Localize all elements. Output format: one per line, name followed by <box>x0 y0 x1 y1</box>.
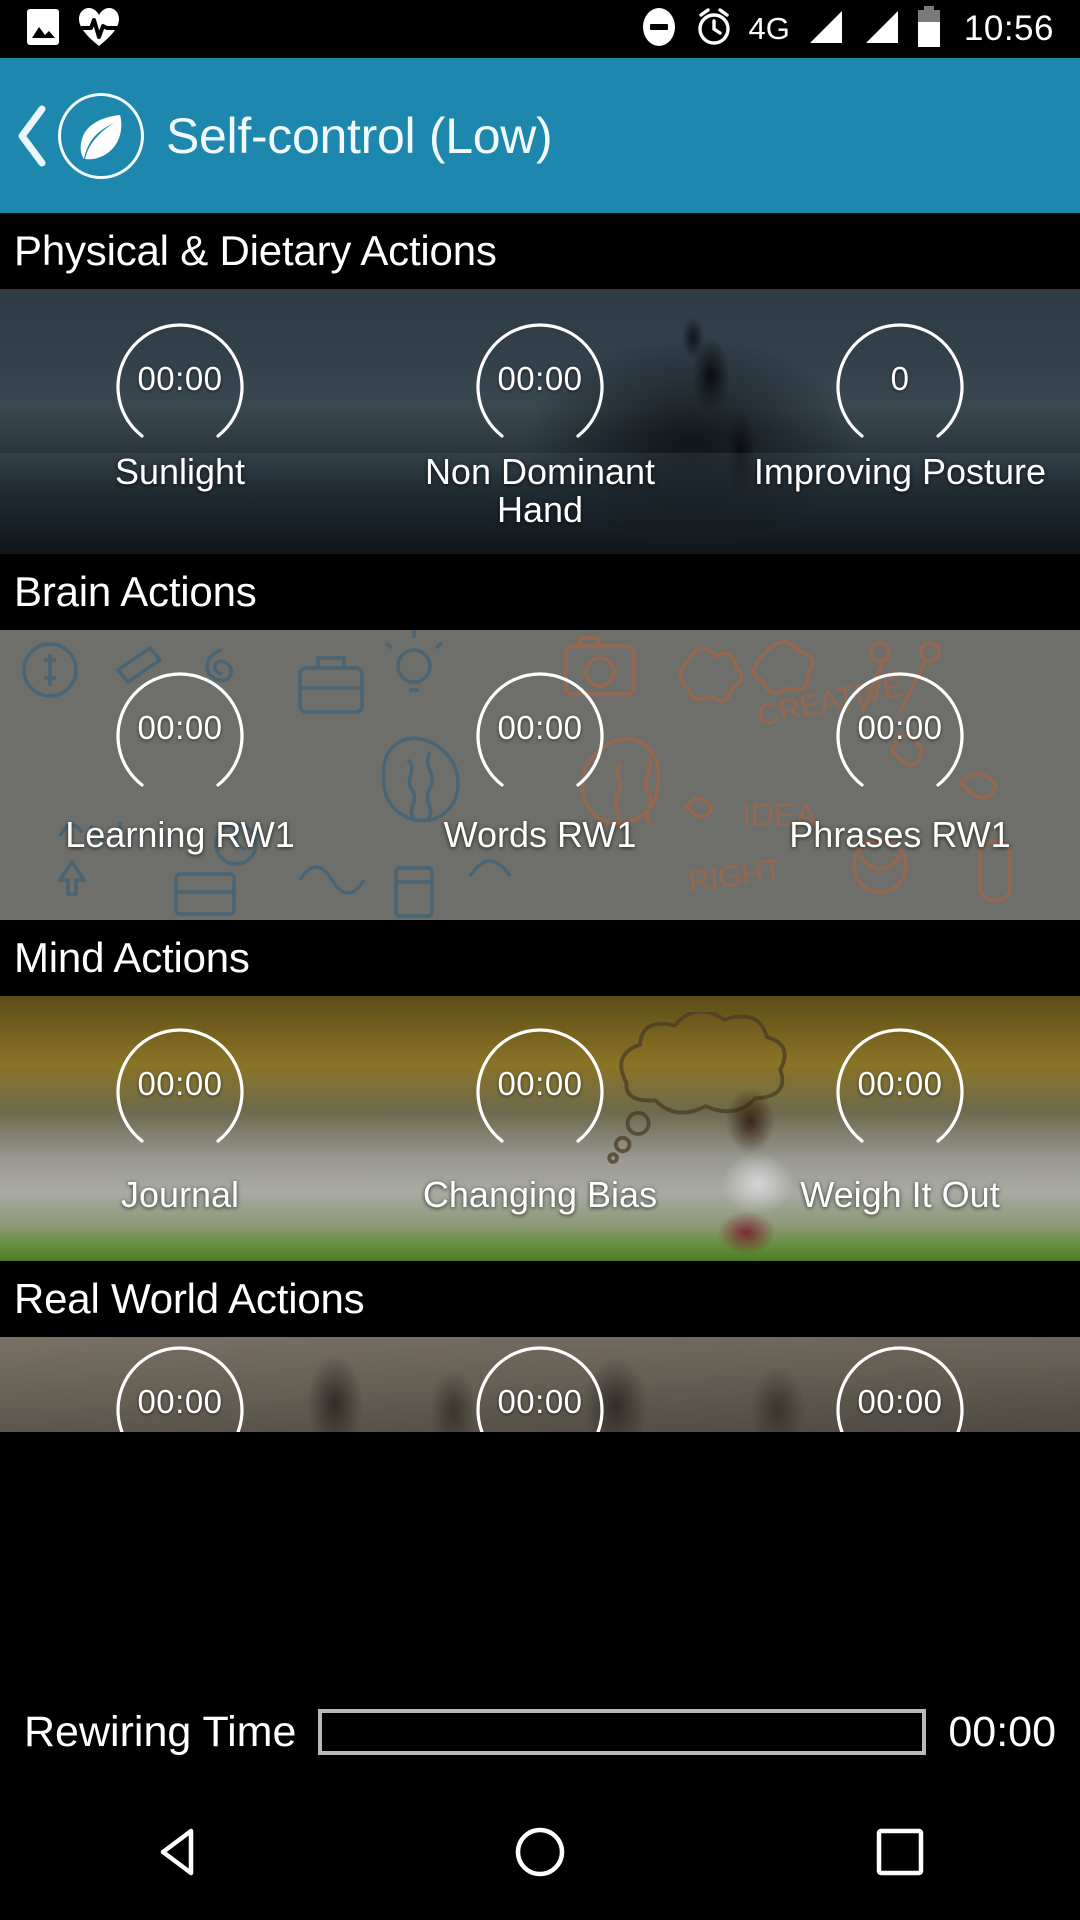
action-cell-real-world-1[interactable]: 00:00 <box>0 1337 360 1432</box>
action-label: Journal <box>120 1174 240 1215</box>
action-cell-non-dominant-hand[interactable]: 00:00 Non Dominant Hand <box>360 305 720 554</box>
rewiring-time-label: Rewiring Time <box>24 1707 297 1756</box>
gauge-ring[interactable]: 00:00 <box>826 654 974 802</box>
section-header-real-world: Real World Actions <box>0 1261 1080 1337</box>
action-row-mind: 00:00 Journal 00:00 Changing Bias 00:00 … <box>0 996 1080 1261</box>
alarm-icon <box>693 6 735 53</box>
gauge-value: 00:00 <box>857 1383 943 1420</box>
nav-home-button[interactable] <box>480 1804 600 1900</box>
rewiring-progress-bar[interactable] <box>318 1709 927 1755</box>
nav-back-button[interactable] <box>120 1804 240 1900</box>
gauge-value: 00:00 <box>857 1065 943 1102</box>
nav-recents-button[interactable] <box>840 1804 960 1900</box>
gauge-value: 00:00 <box>497 360 583 397</box>
section-title: Mind Actions <box>14 934 250 981</box>
gauge-value: 00:00 <box>497 1383 583 1420</box>
back-chevron-icon[interactable] <box>10 96 56 176</box>
section-header-physical-dietary: Physical & Dietary Actions <box>0 213 1080 289</box>
gauge-ring[interactable]: 00:00 <box>106 654 254 802</box>
signal-bar-one-icon <box>804 7 846 52</box>
app-screen: 4G 10:56 Self-control (Low) Physical & D… <box>0 0 1080 1920</box>
page-title: Self-control (Low) <box>166 107 553 164</box>
action-cell-real-world-3[interactable]: 00:00 <box>720 1337 1080 1432</box>
action-row-brain: CREATIVE IDEA RIGHT 00:00 Learning RW1 0… <box>0 630 1080 920</box>
gauge-ring[interactable]: 00:00 <box>106 1010 254 1158</box>
system-nav-bar <box>0 1784 1080 1920</box>
action-cells: 00:00 00:00 00:00 <box>0 1337 1080 1432</box>
action-label: Phrases RW1 <box>789 814 1011 855</box>
action-cells: 00:00 Journal 00:00 Changing Bias 00:00 … <box>0 996 1080 1261</box>
gauge-ring[interactable]: 00:00 <box>466 1010 614 1158</box>
gauge-value: 0 <box>890 360 910 397</box>
action-label: Non Dominant Hand <box>424 451 656 530</box>
action-cell-phrases-rw1[interactable]: 00:00 Phrases RW1 <box>720 654 1080 920</box>
action-cell-journal[interactable]: 00:00 Journal <box>0 1010 360 1261</box>
status-bar-left-icons <box>26 7 120 52</box>
gauge-ring[interactable]: 00:00 <box>466 305 614 453</box>
gauge-value: 00:00 <box>137 709 223 746</box>
gauge-ring[interactable]: 00:00 <box>106 305 254 453</box>
network-type-label: 4G <box>748 11 790 46</box>
section-title: Physical & Dietary Actions <box>14 227 497 274</box>
action-cell-sunlight[interactable]: 00:00 Sunlight <box>0 305 360 554</box>
app-bar: Self-control (Low) <box>0 58 1080 213</box>
action-label: Words RW1 <box>443 814 637 855</box>
gauge-ring[interactable]: 00:00 <box>106 1337 254 1432</box>
action-cells: 00:00 Learning RW1 00:00 Words RW1 00:00… <box>0 630 1080 920</box>
action-cell-learning-rw1[interactable]: 00:00 Learning RW1 <box>0 654 360 920</box>
action-cell-improving-posture[interactable]: 0 Improving Posture <box>720 305 1080 554</box>
status-bar: 4G 10:56 <box>0 0 1080 58</box>
action-label: Changing Bias <box>422 1174 658 1215</box>
action-cell-changing-bias[interactable]: 00:00 Changing Bias <box>360 1010 720 1261</box>
leaf-logo-icon[interactable] <box>58 92 144 179</box>
action-label: Weigh It Out <box>800 1174 1000 1215</box>
gauge-value: 00:00 <box>497 1065 583 1102</box>
action-cell-real-world-2[interactable]: 00:00 <box>360 1337 720 1432</box>
gauge-value: 00:00 <box>497 709 583 746</box>
gauge-value: 00:00 <box>857 709 943 746</box>
rewiring-time-bar: Rewiring Time 00:00 <box>0 1680 1080 1784</box>
gauge-ring[interactable]: 00:00 <box>466 654 614 802</box>
section-title: Brain Actions <box>14 568 257 615</box>
gauge-ring[interactable]: 0 <box>826 305 974 453</box>
action-label: Learning RW1 <box>65 814 295 855</box>
action-label: Sunlight <box>114 451 246 492</box>
image-icon <box>26 8 60 51</box>
action-row-physical-dietary: 00:00 Sunlight 00:00 Non Dominant Hand 0… <box>0 289 1080 554</box>
gauge-ring[interactable]: 00:00 <box>826 1010 974 1158</box>
gauge-value: 00:00 <box>137 1065 223 1102</box>
action-label: Improving Posture <box>753 451 1047 492</box>
battery-icon <box>916 5 942 53</box>
section-title: Real World Actions <box>14 1275 365 1322</box>
heartbeat-icon <box>78 7 120 52</box>
signal-bar-two-icon <box>860 7 902 52</box>
status-bar-right-icons: 4G 10:56 <box>639 5 1054 53</box>
action-row-real-world: 00:00 00:00 00:00 <box>0 1337 1080 1432</box>
action-cells: 00:00 Sunlight 00:00 Non Dominant Hand 0… <box>0 289 1080 554</box>
gauge-value: 00:00 <box>137 1383 223 1420</box>
status-bar-clock: 10:56 <box>963 9 1054 48</box>
do-not-disturb-icon <box>639 7 679 52</box>
gauge-ring[interactable]: 00:00 <box>466 1337 614 1432</box>
action-cell-weigh-it-out[interactable]: 00:00 Weigh It Out <box>720 1010 1080 1261</box>
section-header-mind: Mind Actions <box>0 920 1080 996</box>
gauge-value: 00:00 <box>137 360 223 397</box>
gauge-ring[interactable]: 00:00 <box>826 1337 974 1432</box>
section-header-brain: Brain Actions <box>0 554 1080 630</box>
rewiring-time-value: 00:00 <box>948 1707 1056 1756</box>
action-cell-words-rw1[interactable]: 00:00 Words RW1 <box>360 654 720 920</box>
